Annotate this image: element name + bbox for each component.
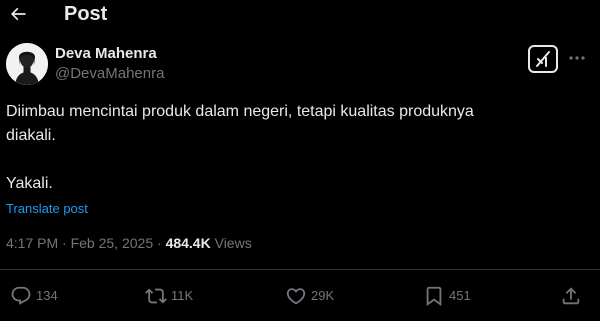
grok-button[interactable] [528, 45, 558, 73]
views-count: 484.4K [165, 235, 211, 251]
grok-icon [533, 50, 553, 68]
meta-separator: · [62, 235, 67, 251]
like-count: 29K [311, 288, 335, 303]
author-handle[interactable]: @DevaMahenra [55, 64, 164, 84]
share-icon [560, 285, 582, 307]
repost-button[interactable]: 11K [145, 284, 193, 308]
author-info: Deva Mahenra @DevaMahenra [55, 44, 164, 84]
post-time[interactable]: 4:17 PM [6, 235, 58, 251]
more-options-button[interactable] [566, 48, 588, 68]
meta-separator: · [157, 235, 162, 251]
avatar[interactable] [6, 43, 48, 85]
bookmark-icon [423, 285, 445, 307]
repost-icon [145, 285, 167, 307]
page-header: Post [0, 0, 600, 30]
like-button[interactable]: 29K [285, 284, 334, 308]
divider [0, 269, 600, 270]
views-label: Views [214, 235, 252, 251]
author-name[interactable]: Deva Mahenra [55, 44, 164, 63]
heart-icon [285, 285, 307, 307]
share-button[interactable] [560, 284, 582, 308]
bookmark-button[interactable]: 451 [423, 284, 471, 308]
reply-button[interactable]: 134 [10, 284, 58, 308]
arrow-left-icon [8, 4, 28, 24]
reply-icon [10, 285, 32, 307]
repost-count: 11K [171, 288, 194, 303]
page-title: Post [64, 3, 108, 25]
reply-count: 134 [36, 288, 58, 303]
post-meta: 4:17 PM · Feb 25, 2025 · 484.4K Views [6, 234, 252, 252]
translate-post-link[interactable]: Translate post [6, 200, 88, 218]
post-text: Diimbau mencintai produk dalam negeri, t… [6, 103, 474, 192]
post-date[interactable]: Feb 25, 2025 [71, 235, 154, 251]
bookmark-count: 451 [449, 288, 471, 303]
back-button[interactable] [6, 3, 30, 25]
more-icon [568, 55, 586, 61]
